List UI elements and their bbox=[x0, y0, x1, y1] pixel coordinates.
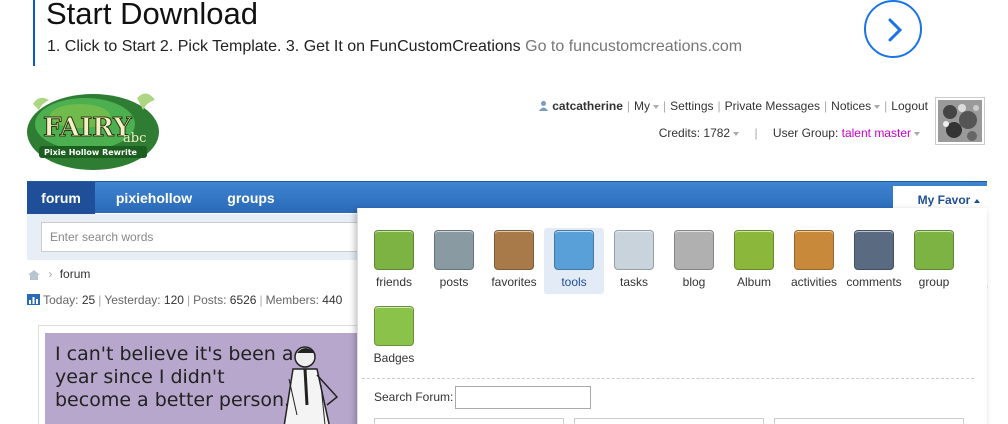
caret-up-icon bbox=[974, 198, 981, 203]
ecard-image[interactable]: I can't believe it's been a year since I… bbox=[45, 333, 360, 424]
app-comments[interactable]: comments bbox=[844, 230, 904, 289]
today-value: 25 bbox=[81, 293, 96, 307]
friends-icon bbox=[374, 230, 414, 270]
caret-down-icon bbox=[914, 131, 920, 136]
app-tasks[interactable]: tasks bbox=[604, 230, 664, 289]
app-label: favorites bbox=[491, 275, 537, 289]
app-favorites[interactable]: favorites bbox=[484, 230, 544, 289]
yesterday-label: Yesterday: bbox=[104, 293, 161, 307]
notices-label: Notices bbox=[831, 99, 872, 113]
vintage-man-illustration-icon bbox=[283, 346, 339, 424]
blog-icon bbox=[674, 230, 714, 270]
nav-tab-groups[interactable]: groups bbox=[213, 182, 289, 214]
forum-select-box[interactable] bbox=[574, 418, 764, 424]
posts-value: 6526 bbox=[229, 293, 257, 307]
home-icon[interactable] bbox=[27, 269, 41, 281]
credits-label: Credits: bbox=[658, 126, 701, 140]
ecard-text: I can't believe it's been a year since I… bbox=[55, 343, 294, 411]
app-label: posts bbox=[439, 275, 469, 289]
caret-down-icon bbox=[874, 104, 881, 109]
svg-text:FAIRY: FAIRY bbox=[43, 113, 132, 143]
album-icon bbox=[734, 230, 774, 270]
nav-tab-pixiehollow[interactable]: pixiehollow bbox=[99, 182, 209, 214]
app-label: comments bbox=[846, 275, 902, 289]
yesterday-value: 120 bbox=[163, 293, 184, 307]
members-label: Members: bbox=[265, 293, 319, 307]
fairy-logo-icon: FAIRY abc Pixie Hollow Rewrite bbox=[27, 93, 159, 170]
app-group[interactable]: group bbox=[904, 230, 964, 289]
search-forum-input[interactable] bbox=[455, 386, 591, 409]
breadcrumb: › forum bbox=[27, 267, 90, 281]
badge-medal-icon bbox=[374, 306, 414, 346]
caret-down-icon bbox=[733, 131, 740, 136]
tasks-icon bbox=[614, 230, 654, 270]
comments-icon bbox=[854, 230, 894, 270]
posts-icon bbox=[434, 230, 474, 270]
app-label: activities bbox=[790, 275, 837, 289]
members-value: 440 bbox=[322, 293, 343, 307]
ad-arrow-button[interactable] bbox=[864, 0, 922, 58]
my-favor-label: My Favor bbox=[917, 193, 971, 207]
user-info-bar: Credits: 1782 | User Group: talent maste… bbox=[659, 126, 920, 140]
notices-menu[interactable]: Notices bbox=[831, 99, 881, 113]
panel-divider bbox=[362, 378, 974, 379]
user-bar: catcatherine | My | Settings | Private Message… bbox=[538, 99, 928, 113]
ad-subtitle: 1. Click to Start 2. Pick Template. 3. G… bbox=[47, 38, 742, 56]
ad-accent-bar bbox=[33, 0, 35, 66]
ad-steps: 1. Click to Start 2. Pick Template. 3. G… bbox=[47, 38, 521, 55]
app-blog[interactable]: blog bbox=[664, 230, 724, 289]
my-favor-dropdown: friends posts favorites tools tasks blog… bbox=[357, 208, 987, 424]
avatar[interactable] bbox=[935, 97, 985, 145]
settings-link[interactable]: Settings bbox=[670, 99, 713, 113]
stats-chart-icon bbox=[27, 294, 40, 305]
user-group-menu[interactable]: talent master bbox=[842, 126, 920, 140]
nav-tab-forum[interactable]: forum bbox=[27, 182, 95, 214]
activities-icon bbox=[794, 230, 834, 270]
logout-link[interactable]: Logout bbox=[891, 99, 928, 113]
app-label: tools bbox=[561, 275, 587, 289]
app-label: friends bbox=[375, 275, 413, 289]
app-posts[interactable]: posts bbox=[424, 230, 484, 289]
app-label: group bbox=[918, 275, 950, 289]
breadcrumb-separator: › bbox=[48, 267, 53, 281]
user-icon bbox=[538, 101, 548, 111]
ad-banner[interactable]: Start Download 1. Click to Start 2. Pick… bbox=[0, 0, 1008, 70]
credits-value: 1782 bbox=[703, 126, 731, 140]
app-album[interactable]: Album bbox=[724, 230, 784, 289]
search-input[interactable]: Enter search words bbox=[41, 222, 361, 252]
forum-select-box[interactable] bbox=[374, 418, 564, 424]
breadcrumb-current[interactable]: forum bbox=[60, 267, 91, 281]
username-link[interactable]: catcatherine bbox=[552, 99, 623, 113]
app-tools[interactable]: tools bbox=[544, 228, 604, 294]
chevron-right-icon bbox=[888, 18, 903, 42]
site-logo[interactable]: FAIRY abc Pixie Hollow Rewrite bbox=[25, 84, 165, 176]
my-menu-label: My bbox=[634, 99, 651, 113]
caret-down-icon bbox=[653, 104, 660, 109]
ad-link[interactable]: Go to funcustomcreations.com bbox=[525, 38, 742, 55]
today-label: Today: bbox=[43, 293, 79, 307]
app-badges[interactable]: Badges bbox=[364, 306, 424, 365]
group-icon bbox=[914, 230, 954, 270]
user-group-value: talent master bbox=[841, 126, 911, 140]
svg-text:Pixie Hollow Rewrite: Pixie Hollow Rewrite bbox=[44, 148, 138, 157]
user-group-label: User Group: bbox=[772, 126, 839, 140]
ad-title[interactable]: Start Download bbox=[46, 0, 258, 32]
app-activities[interactable]: activities bbox=[784, 230, 844, 289]
app-label: tasks bbox=[619, 275, 648, 289]
tools-wand-icon bbox=[554, 230, 594, 270]
posts-label: Posts: bbox=[193, 293, 227, 307]
app-friends[interactable]: friends bbox=[364, 230, 424, 289]
svg-text:abc: abc bbox=[123, 131, 146, 146]
my-menu[interactable]: My bbox=[634, 99, 660, 113]
app-label: blog bbox=[682, 275, 706, 289]
credits-menu[interactable]: Credits: 1782 bbox=[658, 126, 740, 140]
private-messages-link[interactable]: Private Messages bbox=[725, 99, 820, 113]
favorites-star-icon bbox=[494, 230, 534, 270]
search-forum-label: Search Forum: bbox=[374, 390, 454, 404]
app-label: Badges bbox=[373, 351, 415, 365]
app-label: Album bbox=[736, 275, 771, 289]
forum-stats: Today: 25 | Yesterday: 120 | Posts: 6526 | Mem… bbox=[27, 293, 342, 307]
forum-select-box[interactable] bbox=[774, 418, 964, 424]
avatar-image-icon bbox=[938, 100, 982, 142]
